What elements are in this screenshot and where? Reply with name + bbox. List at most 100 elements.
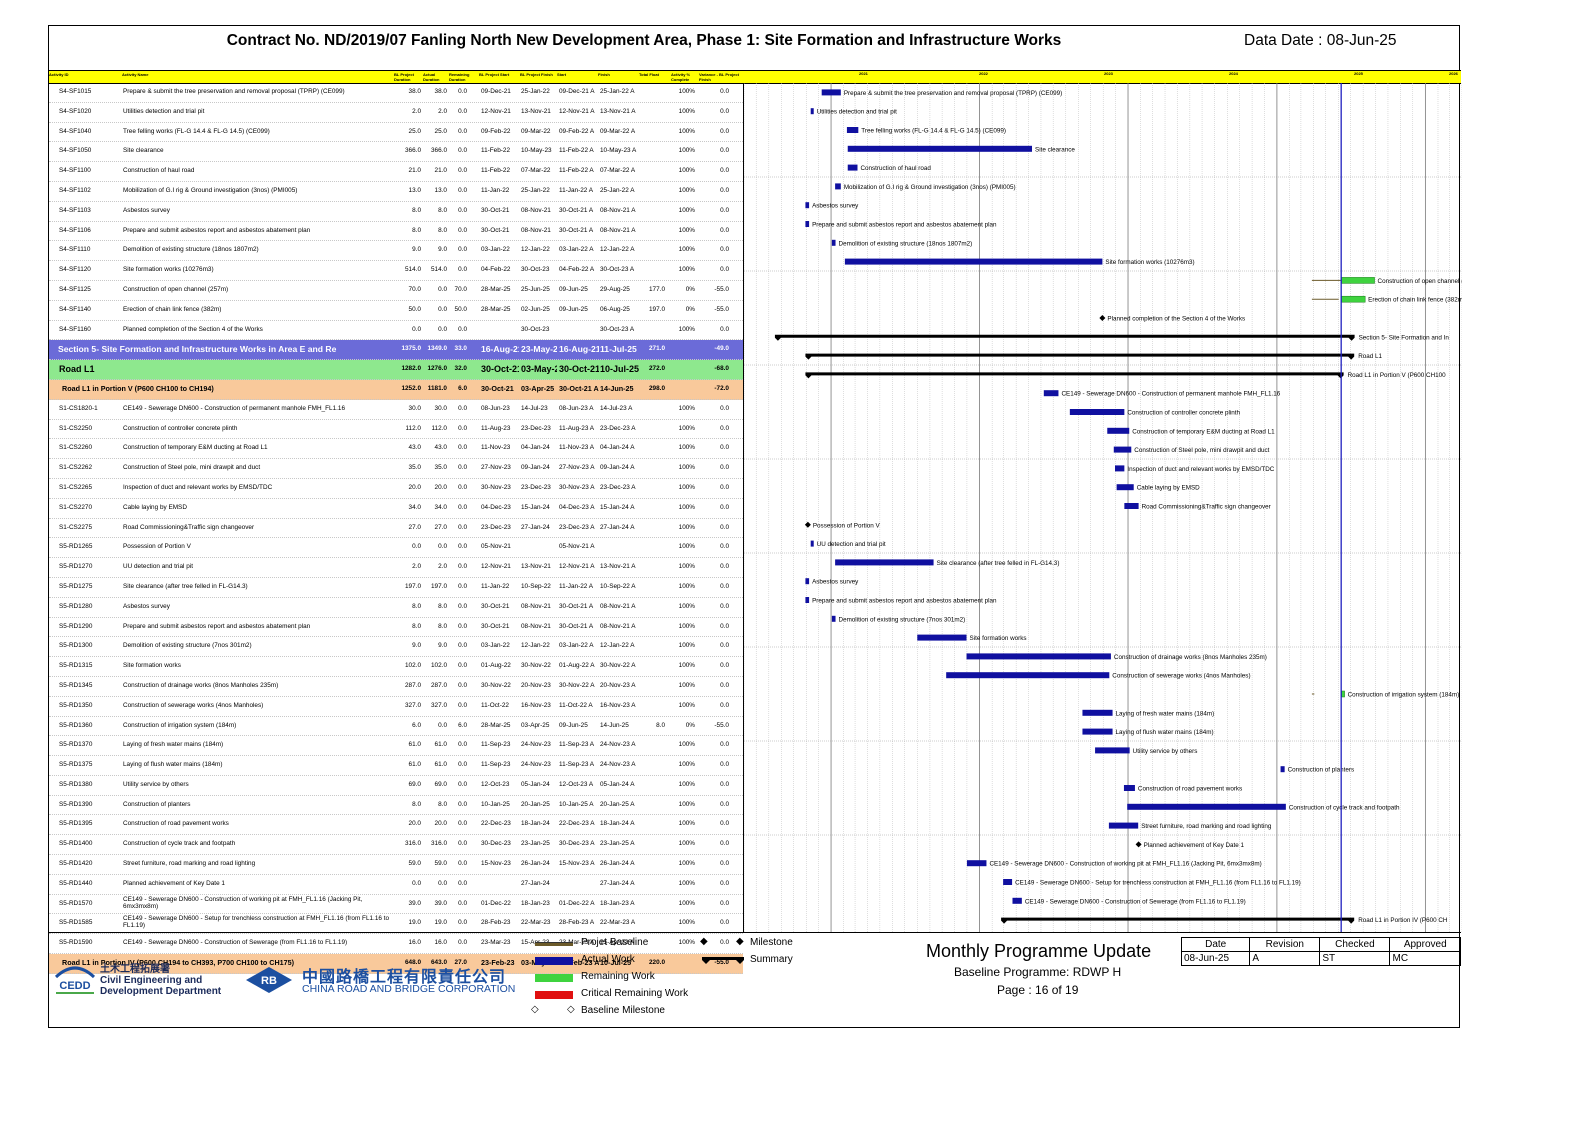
cell-rd: 0.0: [458, 899, 467, 907]
cell-finish: 29-Aug-25: [600, 285, 630, 293]
legend-actual-label: Actual Work: [581, 954, 635, 965]
activity-row: S5-RD1395 Construction of road pavement w…: [49, 815, 743, 836]
cell-blf: 14-Jul-23: [521, 404, 548, 412]
activity-row: S1-CS1820-1 CE149 - Sewerage DN600 - Cons…: [49, 400, 743, 420]
activity-row: S4-SF1125 Construction of open channel (2…: [49, 281, 743, 301]
cell-id: S5-RD1380: [59, 780, 93, 788]
cell-finish: 14-Jun-25: [600, 383, 634, 393]
cell-ad: 316.0: [431, 840, 447, 848]
cell-rd: 0.0: [458, 622, 467, 630]
bar-label: UU detection and trial pit: [817, 541, 886, 548]
cell-bld: 70.0: [408, 285, 421, 293]
cell-name: Utilities detection and trial pit: [123, 107, 205, 115]
cell-rd: 32.0: [454, 365, 467, 373]
cell-id: S1-CS2275: [59, 523, 93, 531]
cell-pct: 100%: [678, 860, 695, 868]
cell-bld: 20.0: [408, 820, 421, 828]
cedd-name-cn: 土木工程拓展署: [100, 964, 170, 975]
cell-ad: 20.0: [434, 820, 447, 828]
cell-start: 05-Nov-21 A: [559, 543, 595, 551]
cell-finish: 09-Jan-24 A: [600, 464, 635, 472]
cell-blf: 08-Nov-21: [521, 206, 551, 214]
cell-var: 0.0: [720, 840, 729, 848]
cell-finish: 08-Nov-21 A: [600, 602, 636, 610]
cell-rd: 0.0: [458, 662, 467, 670]
cell-id: S5-RD1345: [59, 681, 93, 689]
cell-id: S1-CS1820-1: [59, 404, 98, 412]
timeline-year: 2022: [979, 71, 988, 76]
bar-label: Site clearance (after tree felled in FL-…: [937, 560, 1060, 567]
cell-tf: 197.0: [649, 305, 665, 313]
cell-var: 0.0: [720, 919, 729, 927]
cell-bld: 19.0: [408, 919, 421, 927]
cell-pct: 100%: [678, 563, 695, 571]
cell-finish: 24-Nov-23 A: [600, 761, 636, 769]
cell-bls: 30-Oct-21: [481, 602, 510, 610]
cell-bls: 03-Jan-22: [481, 642, 510, 650]
cell-var: -55.0: [714, 721, 729, 729]
cell-var: -55.0: [714, 285, 729, 293]
cell-finish: 12-Jan-22 A: [600, 246, 635, 254]
cell-pct: 100%: [678, 840, 695, 848]
timeline-year: 2026: [1449, 71, 1458, 76]
cell-pct: 100%: [678, 424, 695, 432]
cell-pct: 100%: [678, 899, 695, 907]
cell-ad: 0.0: [438, 325, 447, 333]
cell-id: S1-CS2260: [59, 444, 93, 452]
cell-ad: 514.0: [431, 266, 447, 274]
actual-bar: [846, 127, 859, 133]
cell-var: 0.0: [720, 582, 729, 590]
activity-row: S5-RD1390 Construction of planters 8.0 8.0 0…: [49, 796, 743, 816]
cell-bls: 27-Nov-23: [481, 464, 511, 472]
cell-finish: 10-May-23 A: [600, 147, 637, 155]
cell-blf: 08-Nov-21: [521, 226, 551, 234]
svg-text:CEDD: CEDD: [59, 980, 90, 992]
cell-var: -68.0: [714, 365, 729, 373]
activity-row: S5-RD1345 Construction of drainage works …: [49, 677, 743, 697]
cell-id: S5-RD1570: [59, 899, 93, 907]
cell-var: 0.0: [720, 860, 729, 868]
cell-bls: 11-Sep-23: [481, 761, 511, 769]
legend-summary-icon: [702, 957, 744, 964]
cell-start: 11-Feb-22 A: [559, 167, 594, 175]
cell-finish: 23-Jan-25 A: [600, 840, 635, 848]
actual-bar: [810, 108, 814, 115]
cell-rd: 0.0: [458, 246, 467, 254]
cell-ad: 2.0: [438, 107, 447, 115]
cell-pct: 100%: [678, 444, 695, 452]
cell-finish: 07-Mar-22 A: [600, 167, 636, 175]
cell-rd: 6.0: [458, 721, 467, 729]
cell-rd: 0.0: [458, 543, 467, 551]
cell-pct: 100%: [678, 127, 695, 135]
activity-row: S4-SF1160 Planned completion of the Secti…: [49, 321, 743, 341]
cell-id: S5-RD1585: [59, 919, 93, 927]
cell-ad: 2.0: [438, 563, 447, 571]
cell-bls: 05-Nov-21: [481, 543, 511, 551]
bar-label: Construction of controller concrete plin…: [1127, 410, 1240, 417]
cell-blf: 25-Jan-22: [521, 88, 550, 95]
cell-blf: 23-Dec-23: [521, 483, 551, 491]
cell-id: S1-CS2262: [59, 464, 93, 472]
actual-bar: [1082, 728, 1113, 735]
wbs-row: Section 5- Site Formation and Infrastruc…: [49, 340, 743, 361]
cell-rd: 0.0: [458, 107, 467, 115]
cell-name: Construction of Steel pole, mini drawpit…: [123, 464, 261, 472]
legend-baseline-milestone-label: Baseline Milestone: [581, 1005, 665, 1016]
gantt-chart: Prepare & submit the tree preservation a…: [743, 83, 1462, 932]
cell-pct: 100%: [678, 543, 695, 551]
cell-bls: 30-Nov-23: [481, 483, 511, 491]
cell-name: Site clearance (after tree felled in FL-…: [123, 582, 248, 590]
bar-label: CE149 - Sewerage DN600 - Construction of…: [989, 861, 1261, 868]
actual-bar: [831, 239, 836, 246]
approval-header-date: Date: [1180, 937, 1251, 952]
column-header-cell: Activity ID: [49, 72, 69, 77]
cell-ad: 8.0: [438, 602, 447, 610]
activity-row: S5-RD1375 Laying of flush water mains (18…: [49, 756, 743, 776]
cell-start: 30-Nov-23 A: [559, 483, 595, 491]
cell-ad: 25.0: [434, 127, 447, 135]
cell-bld: 366.0: [405, 147, 421, 155]
cell-bld: 8.0: [412, 226, 421, 234]
column-header-cell: BL Project Finish: [520, 72, 553, 77]
cell-bld: 327.0: [405, 701, 421, 709]
column-header-cell: Actual Duration: [423, 72, 440, 82]
